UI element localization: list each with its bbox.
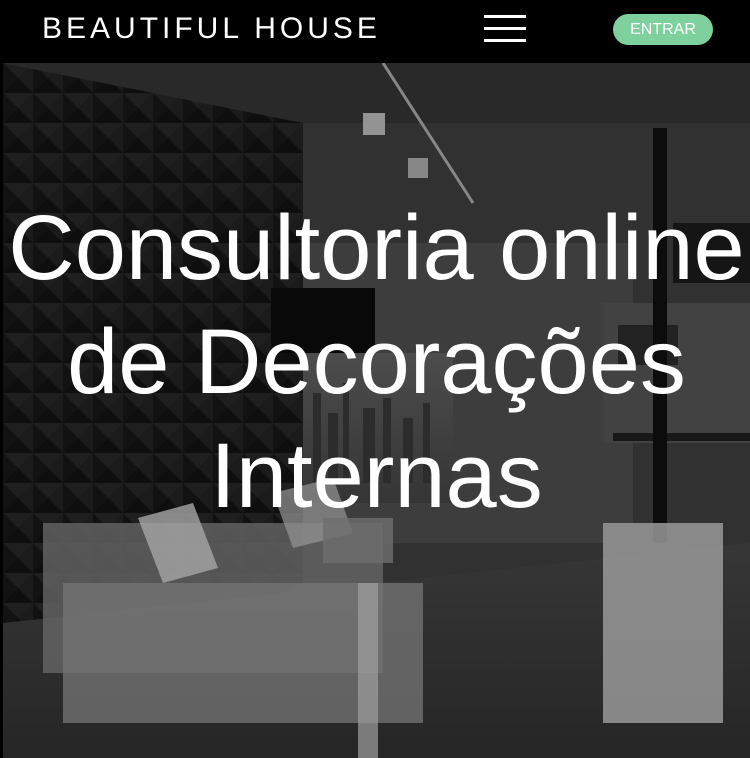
top-navbar: BEAUTIFUL HOUSE ENTRAR [0, 0, 750, 63]
menu-line-top [484, 15, 526, 18]
brand-logo[interactable]: BEAUTIFUL HOUSE [42, 10, 381, 48]
menu-line-bottom [484, 39, 526, 42]
hero-section: Consultoria online de Decorações Interna… [3, 63, 750, 758]
hero-title: Consultoria online de Decorações Interna… [8, 197, 745, 527]
menu-line-middle [484, 27, 526, 30]
hamburger-menu-icon[interactable] [484, 14, 526, 44]
login-button[interactable]: ENTRAR [613, 14, 713, 45]
